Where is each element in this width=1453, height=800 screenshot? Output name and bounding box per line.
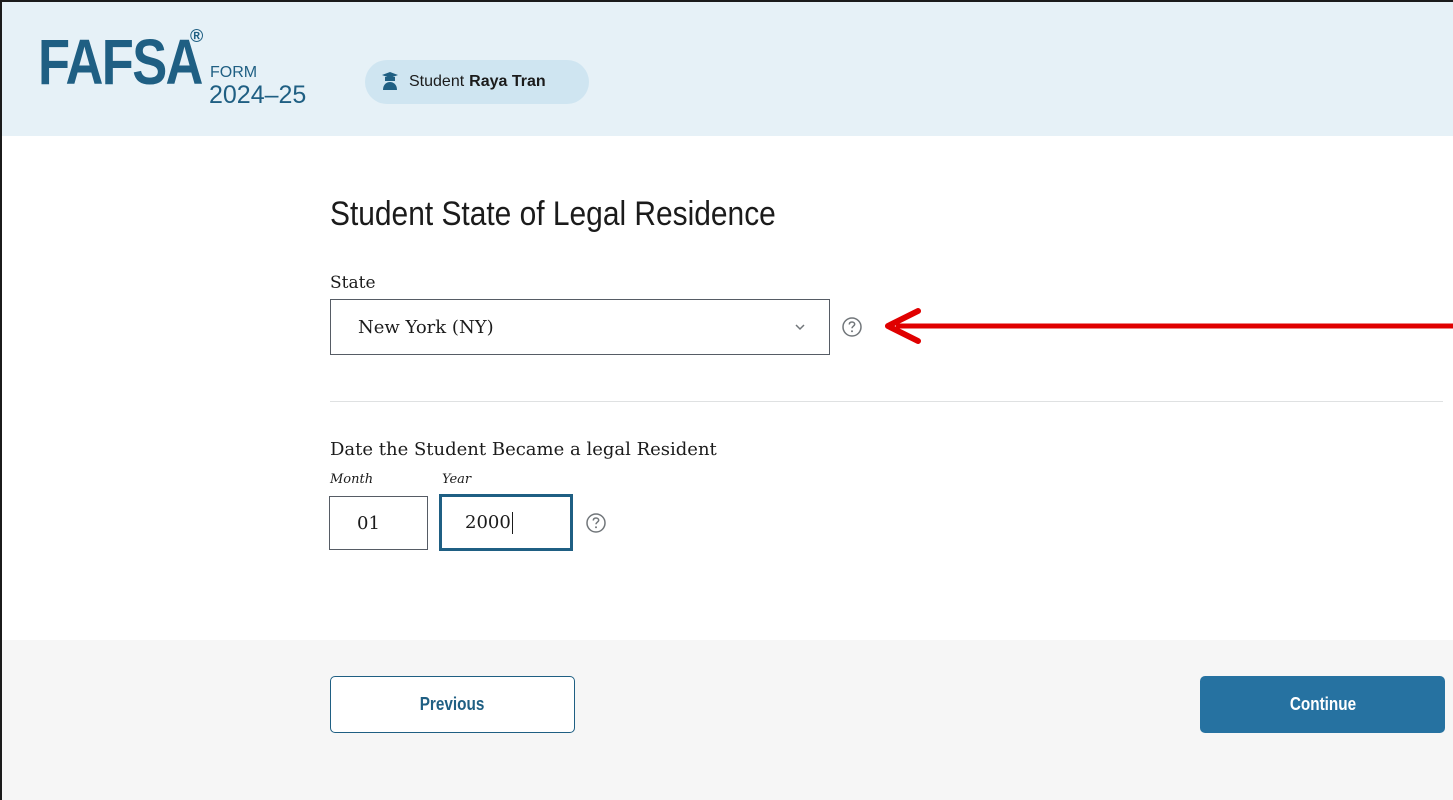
date-label: Date the Student Became a legal Resident xyxy=(330,439,717,460)
header-bar: FAFSA ® FORM 2024–25 Student Raya Tran xyxy=(2,2,1453,136)
page-title: Student State of Legal Residence xyxy=(330,195,776,233)
text-caret xyxy=(511,511,513,534)
student-icon xyxy=(379,71,401,93)
year-input[interactable]: 2000 xyxy=(439,494,573,551)
form-year: 2024–25 xyxy=(209,81,307,109)
month-hint: Month xyxy=(330,472,374,487)
continue-button-label: Continue xyxy=(1289,694,1356,714)
state-help-icon[interactable] xyxy=(841,316,863,338)
year-hint: Year xyxy=(442,472,472,487)
previous-button-label: Previous xyxy=(420,694,485,714)
previous-button[interactable]: Previous xyxy=(330,676,575,733)
annotation-arrow-icon xyxy=(885,308,1453,344)
month-input[interactable]: 01 xyxy=(329,496,428,550)
registered-mark: ® xyxy=(190,26,204,46)
page-frame: FAFSA ® FORM 2024–25 Student Raya Tran S… xyxy=(0,0,1453,800)
badge-name: Raya Tran xyxy=(469,73,546,90)
date-help-icon[interactable] xyxy=(585,512,607,534)
continue-button[interactable]: Continue xyxy=(1200,676,1445,733)
state-label: State xyxy=(330,273,376,293)
fafsa-logo[interactable]: FAFSA xyxy=(38,30,203,94)
user-badge: Student Raya Tran xyxy=(365,60,589,104)
chevron-down-icon xyxy=(793,320,807,334)
form-label: FORM xyxy=(210,64,258,81)
month-input-value: 01 xyxy=(357,512,380,534)
section-divider xyxy=(330,401,1443,402)
state-select[interactable]: New York (NY) xyxy=(330,299,830,355)
state-select-value: New York (NY) xyxy=(358,316,494,338)
year-input-value: 2000 xyxy=(465,512,511,533)
badge-role: Student xyxy=(409,73,465,90)
